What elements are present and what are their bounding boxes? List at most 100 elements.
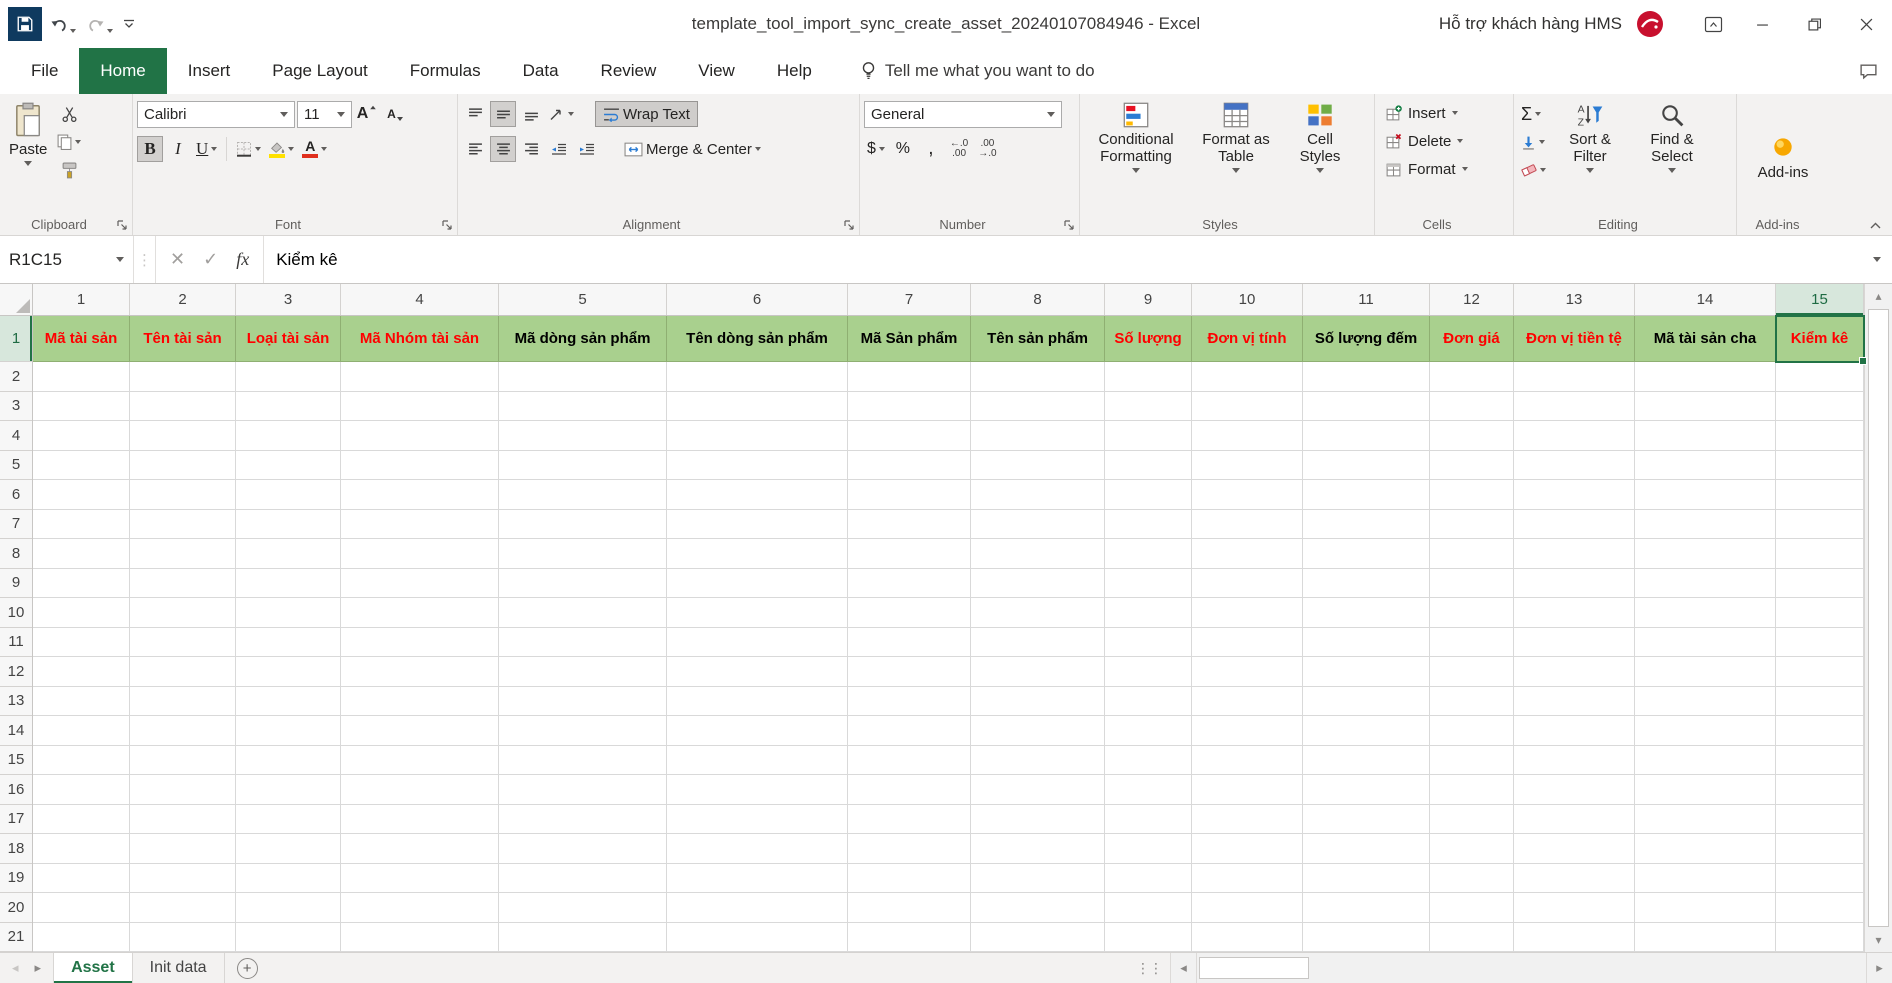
cell-r21c15[interactable] xyxy=(1776,923,1864,953)
cell-r12c12[interactable] xyxy=(1430,657,1514,687)
cell-r17c2[interactable] xyxy=(130,805,236,835)
vertical-scrollbar-thumb[interactable] xyxy=(1868,309,1889,927)
number-format-combo[interactable]: General xyxy=(864,101,1062,128)
cell-r13c9[interactable] xyxy=(1105,687,1192,717)
delete-cells-button[interactable]: Delete xyxy=(1379,127,1509,155)
cell-r6c13[interactable] xyxy=(1514,480,1635,510)
cell-r6c6[interactable] xyxy=(667,480,848,510)
cell-r11c5[interactable] xyxy=(499,628,667,658)
cell-r15c10[interactable] xyxy=(1192,746,1303,776)
cell-r20c10[interactable] xyxy=(1192,893,1303,923)
cell-r20c14[interactable] xyxy=(1635,893,1776,923)
sheet-nav-prev-icon[interactable]: ◂ xyxy=(12,960,19,976)
cell-r16c8[interactable] xyxy=(971,775,1105,805)
cell-r4c2[interactable] xyxy=(130,421,236,451)
cell-r6c15[interactable] xyxy=(1776,480,1864,510)
cell-r10c1[interactable] xyxy=(33,598,130,628)
cell-r14c7[interactable] xyxy=(848,716,971,746)
cell-r15c8[interactable] xyxy=(971,746,1105,776)
cell-r6c10[interactable] xyxy=(1192,480,1303,510)
column-header-5[interactable]: 5 xyxy=(499,284,667,315)
cell-r8c3[interactable] xyxy=(236,539,341,569)
row-header-11[interactable]: 11 xyxy=(0,628,32,658)
cell-r5c9[interactable] xyxy=(1105,451,1192,481)
cell-r12c8[interactable] xyxy=(971,657,1105,687)
cell-r8c9[interactable] xyxy=(1105,539,1192,569)
cell-r5c13[interactable] xyxy=(1514,451,1635,481)
cell-r3c2[interactable] xyxy=(130,392,236,422)
cell-r5c11[interactable] xyxy=(1303,451,1430,481)
cell-r13c15[interactable] xyxy=(1776,687,1864,717)
cell-r10c9[interactable] xyxy=(1105,598,1192,628)
cell-r11c7[interactable] xyxy=(848,628,971,658)
cell-r18c14[interactable] xyxy=(1635,834,1776,864)
cell-r20c2[interactable] xyxy=(130,893,236,923)
vertical-scrollbar[interactable]: ▴ ▾ xyxy=(1864,284,1892,952)
cell-r7c8[interactable] xyxy=(971,510,1105,540)
decrease-decimal-button[interactable]: .00→.0 xyxy=(974,136,1000,162)
cell-r17c14[interactable] xyxy=(1635,805,1776,835)
row-header-3[interactable]: 3 xyxy=(0,392,32,422)
cell-r17c10[interactable] xyxy=(1192,805,1303,835)
cell-r2c6[interactable] xyxy=(667,362,848,392)
cell-r1c11[interactable]: Số lượng đếm xyxy=(1303,316,1430,362)
scroll-down-icon[interactable]: ▾ xyxy=(1865,928,1892,952)
cell-r4c13[interactable] xyxy=(1514,421,1635,451)
cell-r11c2[interactable] xyxy=(130,628,236,658)
column-header-12[interactable]: 12 xyxy=(1430,284,1514,315)
cell-r4c15[interactable] xyxy=(1776,421,1864,451)
cell-r19c8[interactable] xyxy=(971,864,1105,894)
cell-r5c4[interactable] xyxy=(341,451,499,481)
italic-button[interactable]: I xyxy=(165,136,191,162)
undo-button[interactable] xyxy=(46,12,79,37)
cell-r15c13[interactable] xyxy=(1514,746,1635,776)
align-middle-button[interactable] xyxy=(490,101,516,127)
cell-r18c1[interactable] xyxy=(33,834,130,864)
cell-r12c11[interactable] xyxy=(1303,657,1430,687)
cell-r20c7[interactable] xyxy=(848,893,971,923)
font-name-combo[interactable]: Calibri xyxy=(137,101,295,128)
cell-r7c3[interactable] xyxy=(236,510,341,540)
minimize-button[interactable] xyxy=(1736,0,1788,48)
cell-r13c3[interactable] xyxy=(236,687,341,717)
wrap-text-button[interactable]: Wrap Text xyxy=(595,101,698,127)
cell-r4c4[interactable] xyxy=(341,421,499,451)
cell-r13c8[interactable] xyxy=(971,687,1105,717)
cell-r5c5[interactable] xyxy=(499,451,667,481)
cell-r15c9[interactable] xyxy=(1105,746,1192,776)
cell-r7c13[interactable] xyxy=(1514,510,1635,540)
cell-r3c12[interactable] xyxy=(1430,392,1514,422)
fill-color-button[interactable] xyxy=(266,136,297,162)
cell-r18c13[interactable] xyxy=(1514,834,1635,864)
cell-r14c2[interactable] xyxy=(130,716,236,746)
cell-r4c7[interactable] xyxy=(848,421,971,451)
find-select-button[interactable]: Find & Select xyxy=(1631,99,1713,176)
cell-r16c5[interactable] xyxy=(499,775,667,805)
cell-r1c1[interactable]: Mã tài sản xyxy=(33,316,130,362)
cell-r2c15[interactable] xyxy=(1776,362,1864,392)
horizontal-scrollbar[interactable] xyxy=(1196,953,1866,983)
cell-r11c10[interactable] xyxy=(1192,628,1303,658)
cell-r7c10[interactable] xyxy=(1192,510,1303,540)
cell-r10c10[interactable] xyxy=(1192,598,1303,628)
cell-r12c3[interactable] xyxy=(236,657,341,687)
cell-r7c2[interactable] xyxy=(130,510,236,540)
cell-r10c13[interactable] xyxy=(1514,598,1635,628)
cell-r10c7[interactable] xyxy=(848,598,971,628)
cell-r16c1[interactable] xyxy=(33,775,130,805)
cell-r21c8[interactable] xyxy=(971,923,1105,953)
cell-r15c4[interactable] xyxy=(341,746,499,776)
ribbon-tab-formulas[interactable]: Formulas xyxy=(389,48,502,94)
cell-r13c6[interactable] xyxy=(667,687,848,717)
borders-button[interactable] xyxy=(233,136,264,162)
cell-r16c15[interactable] xyxy=(1776,775,1864,805)
cell-r20c4[interactable] xyxy=(341,893,499,923)
cell-r20c5[interactable] xyxy=(499,893,667,923)
comma-style-button[interactable]: , xyxy=(918,136,944,162)
increase-font-size-button[interactable]: A xyxy=(354,101,380,127)
cell-r17c4[interactable] xyxy=(341,805,499,835)
cell-r7c1[interactable] xyxy=(33,510,130,540)
cell-r7c9[interactable] xyxy=(1105,510,1192,540)
cell-r8c11[interactable] xyxy=(1303,539,1430,569)
cell-r19c13[interactable] xyxy=(1514,864,1635,894)
